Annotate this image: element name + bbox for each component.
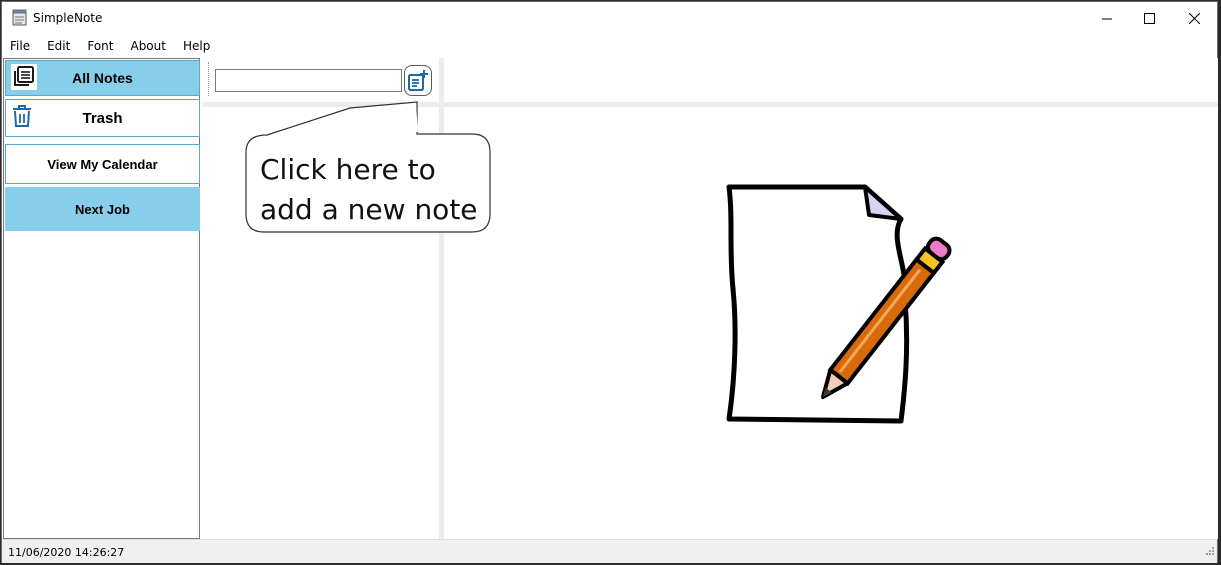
maximize-icon	[1143, 12, 1155, 24]
menu-font[interactable]: Font	[79, 36, 122, 56]
sidebar-item-trash[interactable]: Trash	[5, 99, 200, 137]
add-note-icon	[408, 69, 428, 91]
notepad-icon	[11, 9, 29, 27]
next-job-label: Next Job	[75, 201, 130, 217]
next-job-button[interactable]: Next Job	[5, 187, 200, 231]
editor-toolbar	[444, 58, 1218, 102]
status-datetime: 11/06/2020 14:26:27	[8, 546, 125, 559]
close-button[interactable]	[1171, 2, 1217, 34]
window-title: SimpleNote	[33, 11, 103, 25]
notes-toolbar	[203, 58, 439, 102]
menu-about[interactable]: About	[122, 36, 174, 56]
notes-stack-icon	[11, 63, 37, 93]
minimize-icon	[1101, 18, 1112, 19]
trash-label: Trash	[82, 109, 123, 127]
callout-line-1: Click here to	[260, 153, 436, 186]
maximize-button[interactable]	[1126, 2, 1172, 34]
menu-bar: File Edit Font About Help	[2, 36, 219, 56]
callout-text: Click here to add a new note	[260, 150, 490, 230]
close-icon	[1188, 12, 1200, 24]
note-editor[interactable]	[444, 107, 1218, 539]
menu-edit[interactable]: Edit	[39, 36, 79, 56]
status-bar: 11/06/2020 14:26:27	[2, 539, 1217, 563]
sidebar-item-all-notes[interactable]: All Notes	[5, 60, 200, 96]
resize-grip-icon[interactable]	[1204, 542, 1214, 560]
search-input[interactable]	[215, 69, 402, 92]
app-window: SimpleNote File Edit Font About Help All…	[1, 1, 1218, 563]
menu-file[interactable]: File	[2, 36, 39, 56]
view-calendar-button[interactable]: View My Calendar	[5, 144, 200, 184]
add-note-button[interactable]	[404, 65, 432, 96]
menu-help[interactable]: Help	[175, 36, 219, 56]
minimize-button[interactable]	[1084, 2, 1130, 34]
toolbar-grip[interactable]	[208, 62, 209, 96]
title-bar[interactable]: SimpleNote	[2, 2, 1217, 34]
callout-line-2: add a new note	[260, 193, 478, 226]
all-notes-label: All Notes	[72, 70, 133, 86]
calendar-label: View My Calendar	[47, 156, 158, 172]
sidebar: All Notes Trash View My Calendar Next Jo…	[3, 58, 200, 539]
trash-icon	[11, 104, 33, 132]
paper-and-pencil-illustration	[726, 184, 952, 424]
